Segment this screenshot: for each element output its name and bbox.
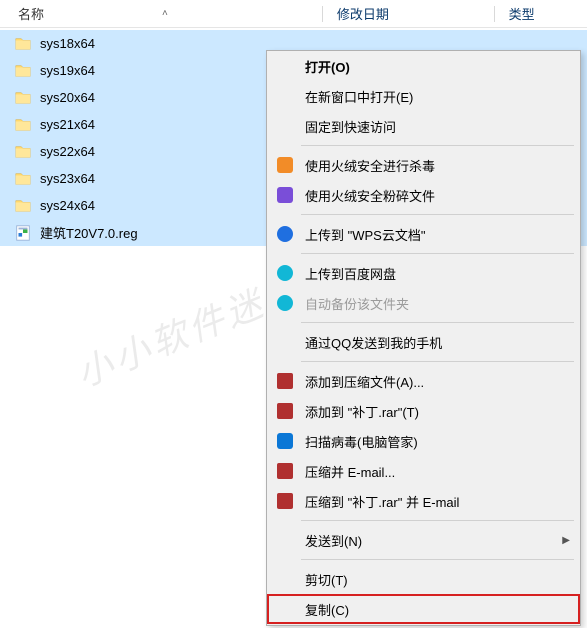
- folder-icon: [14, 35, 32, 53]
- menu-item-label: 打开(O): [305, 57, 350, 76]
- column-divider: [494, 6, 495, 22]
- folder-icon: [14, 170, 32, 188]
- file-label: sys18x64: [40, 36, 95, 51]
- menu-item-icon: [275, 293, 295, 313]
- baidu-pan-icon: [277, 295, 293, 311]
- menu-item-label: 压缩到 "补丁.rar" 并 E-mail: [305, 492, 459, 511]
- menu-item-icon: [275, 185, 295, 205]
- reg-file-icon: [14, 224, 32, 242]
- wps-cloud-icon: [277, 226, 293, 242]
- menu-separator: [301, 145, 574, 146]
- sort-asc-icon: ˄: [162, 8, 168, 19]
- rar-icon: [277, 463, 293, 479]
- menu-item[interactable]: 压缩并 E-mail...: [267, 456, 580, 486]
- menu-item[interactable]: 添加到压缩文件(A)...: [267, 366, 580, 396]
- menu-item[interactable]: 上传到百度网盘: [267, 258, 580, 288]
- folder-icon: [14, 116, 32, 134]
- menu-item-label: 上传到百度网盘: [305, 264, 396, 283]
- menu-item-label: 复制(C): [305, 600, 349, 619]
- menu-separator: [301, 559, 574, 560]
- watermark-text: 小小软件迷: [68, 274, 273, 397]
- column-header-name-label: 名称: [18, 4, 44, 23]
- menu-item-label: 固定到快速访问: [305, 117, 396, 136]
- menu-item[interactable]: 固定到快速访问: [267, 111, 580, 141]
- folder-icon: [14, 143, 32, 161]
- column-divider: [322, 6, 323, 22]
- menu-separator: [301, 361, 574, 362]
- rar-icon: [277, 493, 293, 509]
- huorong-purple-icon: [277, 187, 293, 203]
- menu-item-icon: [275, 224, 295, 244]
- file-label: sys22x64: [40, 144, 95, 159]
- menu-item-label: 发送到(N): [305, 531, 362, 550]
- menu-item[interactable]: 发送到(N) ▶: [267, 525, 580, 555]
- rar-icon: [277, 403, 293, 419]
- menu-item[interactable]: 使用火绒安全粉碎文件: [267, 180, 580, 210]
- menu-item-icon: [275, 371, 295, 391]
- column-header-name[interactable]: 名称 ˄: [18, 4, 322, 23]
- menu-separator: [301, 520, 574, 521]
- context-menu: 打开(O) 在新窗口中打开(E) 固定到快速访问使用火绒安全进行杀毒使用火绒安全粉碎…: [266, 50, 581, 626]
- menu-separator: [301, 322, 574, 323]
- menu-item-icon: [275, 431, 295, 451]
- file-label: sys24x64: [40, 198, 95, 213]
- menu-item-icon: [275, 155, 295, 175]
- column-header-date-label: 修改日期: [337, 4, 389, 23]
- menu-item-icon: [275, 263, 295, 283]
- file-label: 建筑T20V7.0.reg: [40, 223, 138, 242]
- menu-item[interactable]: 使用火绒安全进行杀毒: [267, 150, 580, 180]
- menu-item-label: 添加到 "补丁.rar"(T): [305, 402, 419, 421]
- baidu-pan-icon: [277, 265, 293, 281]
- file-label: sys20x64: [40, 90, 95, 105]
- menu-item-icon: [275, 401, 295, 421]
- menu-item[interactable]: 剪切(T): [267, 564, 580, 594]
- menu-item-icon: [275, 491, 295, 511]
- file-label: sys19x64: [40, 63, 95, 78]
- rar-icon: [277, 373, 293, 389]
- menu-item-label: 在新窗口中打开(E): [305, 87, 413, 106]
- menu-item[interactable]: 扫描病毒(电脑管家): [267, 426, 580, 456]
- folder-icon: [14, 89, 32, 107]
- menu-item[interactable]: 通过QQ发送到我的手机: [267, 327, 580, 357]
- column-header-date[interactable]: 修改日期: [337, 4, 494, 23]
- menu-separator: [301, 253, 574, 254]
- menu-item-label: 添加到压缩文件(A)...: [305, 372, 424, 391]
- menu-item-icon: [275, 461, 295, 481]
- file-label: sys21x64: [40, 117, 95, 132]
- menu-item[interactable]: 压缩到 "补丁.rar" 并 E-mail: [267, 486, 580, 516]
- column-header-row: 名称 ˄ 修改日期 类型: [0, 0, 587, 28]
- menu-item[interactable]: 上传到 "WPS云文档": [267, 219, 580, 249]
- menu-item-label: 压缩并 E-mail...: [305, 462, 395, 481]
- menu-separator: [301, 214, 574, 215]
- menu-item[interactable]: 复制(C): [267, 594, 580, 624]
- menu-item[interactable]: 添加到 "补丁.rar"(T): [267, 396, 580, 426]
- menu-item[interactable]: 在新窗口中打开(E): [267, 81, 580, 111]
- folder-icon: [14, 62, 32, 80]
- file-label: sys23x64: [40, 171, 95, 186]
- menu-item-label: 自动备份该文件夹: [305, 294, 409, 313]
- column-header-type-label: 类型: [509, 4, 535, 23]
- menu-item-label: 扫描病毒(电脑管家): [305, 432, 418, 451]
- menu-item[interactable]: 打开(O): [267, 51, 580, 81]
- menu-item-label: 使用火绒安全进行杀毒: [305, 156, 435, 175]
- huorong-orange-icon: [277, 157, 293, 173]
- menu-item: 自动备份该文件夹: [267, 288, 580, 318]
- submenu-arrow-icon: ▶: [562, 535, 570, 546]
- menu-item-label: 通过QQ发送到我的手机: [305, 333, 442, 352]
- menu-item-label: 上传到 "WPS云文档": [305, 225, 425, 244]
- column-header-type[interactable]: 类型: [509, 4, 587, 23]
- menu-item-label: 使用火绒安全粉碎文件: [305, 186, 435, 205]
- shield-icon: [277, 433, 293, 449]
- folder-icon: [14, 197, 32, 215]
- menu-item-label: 剪切(T): [305, 570, 348, 589]
